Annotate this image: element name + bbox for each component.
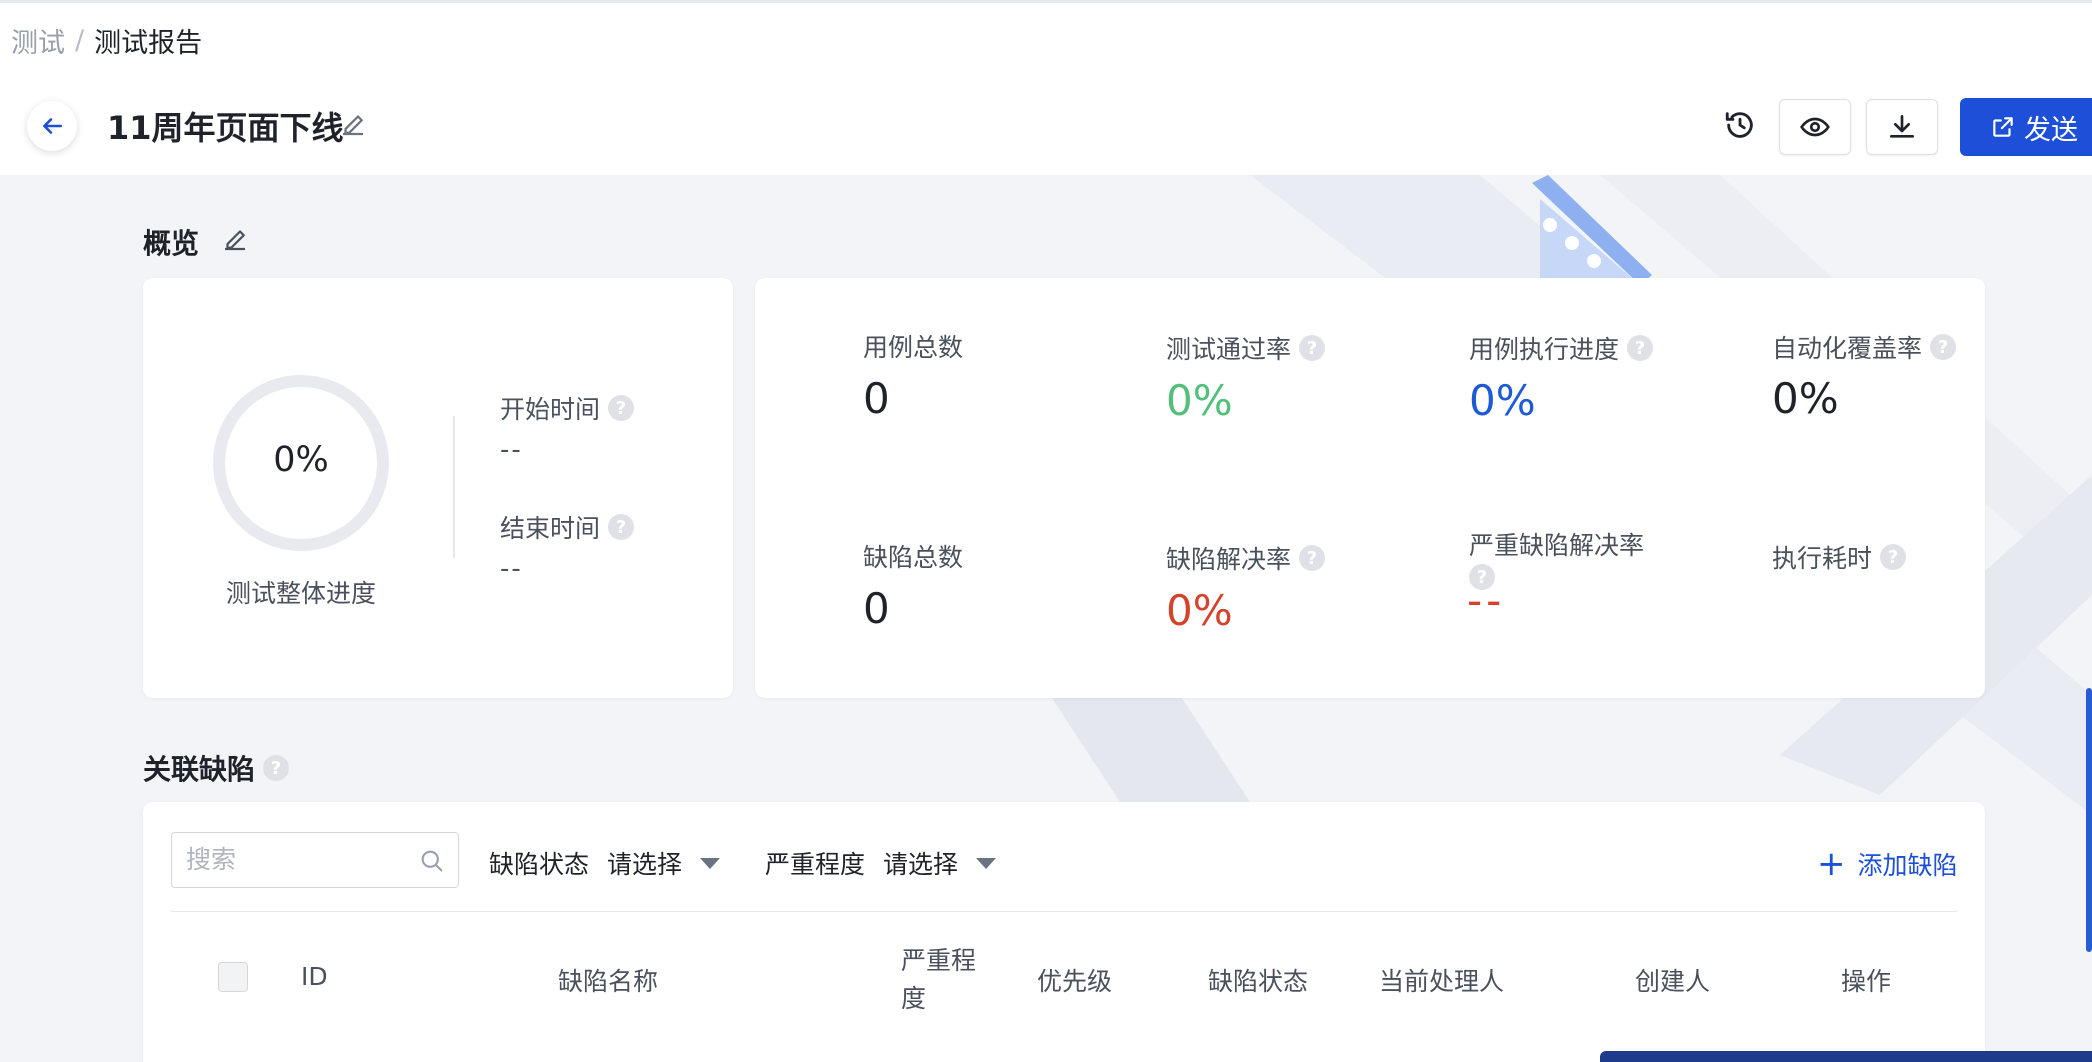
breadcrumb-current: 测试报告 [94, 28, 203, 59]
severity-filter-label: 严重程度 [765, 850, 866, 879]
select-all-checkbox[interactable] [218, 962, 248, 992]
exec-duration-label-text: 执行耗时 [1772, 544, 1873, 573]
help-circle-icon[interactable]: ? [263, 755, 290, 781]
total-defects-label: 缺陷总数 [863, 538, 963, 574]
history-icon [1725, 112, 1753, 138]
total-defects-value: 0 [863, 584, 890, 633]
page-title: 11周年页面下线 [107, 109, 344, 147]
help-circle-icon[interactable]: ? [1880, 544, 1907, 570]
add-defect-button[interactable]: + 添加缺陷 [1817, 846, 1958, 882]
progress-caption: 测试整体进度 [225, 579, 376, 608]
linked-defects-title-text: 关联缺陷 [143, 753, 256, 786]
breadcrumb-separator: / [75, 25, 85, 56]
progress-card: 0% 测试整体进度 开始时间 ? -- 结束时间 ? -- [143, 278, 733, 698]
edit-title-button[interactable] [338, 109, 370, 141]
external-link-icon [1993, 117, 2013, 137]
progress-percent: 0% [273, 440, 329, 480]
exec-duration-label: 执行耗时 ? [1772, 539, 1907, 575]
help-circle-icon[interactable]: ? [608, 514, 635, 540]
auto-coverage-value: 0% [1772, 374, 1839, 423]
breadcrumb: 测试 / 测试报告 [11, 21, 202, 60]
vertical-divider [453, 416, 455, 558]
overview-title: 概览 [143, 227, 200, 260]
eye-icon [1800, 117, 1830, 137]
resolve-rate-label: 缺陷解决率 ? [1166, 540, 1326, 576]
auto-coverage-label-text: 自动化覆盖率 [1772, 334, 1923, 363]
exec-progress-label: 用例执行进度 ? [1469, 330, 1654, 366]
pass-rate-value: 0% [1166, 376, 1233, 425]
search-input[interactable] [172, 833, 402, 887]
pass-rate-label-text: 测试通过率 [1166, 335, 1292, 364]
edit-overview-button[interactable] [220, 224, 252, 256]
help-circle-icon[interactable]: ? [1299, 335, 1326, 361]
back-arrow-icon [43, 118, 62, 134]
column-header-name[interactable]: 缺陷名称 [558, 962, 658, 998]
column-header-actions: 操作 [1841, 967, 1892, 996]
start-time-label-text: 开始时间 [500, 395, 601, 424]
exec-progress-value: 0% [1469, 376, 1536, 425]
scrollbar-thumb[interactable] [2086, 688, 2092, 952]
column-header-assignee[interactable]: 当前处理人 [1379, 962, 1504, 998]
send-label: 发送 [2024, 114, 2078, 146]
send-button[interactable]: 发送 [1960, 98, 2092, 156]
resolve-rate-label-text: 缺陷解决率 [1166, 545, 1292, 574]
defect-status-filter-label: 缺陷状态 [489, 850, 590, 879]
defects-table-card: 缺陷状态 请选择 严重程度 请选择 + 添加缺陷 ID 缺陷名称 严重程度 优先… [143, 802, 1985, 1062]
total-cases-label: 用例总数 [863, 328, 963, 364]
download-icon [1890, 115, 1914, 138]
start-time-label: 开始时间 ? [500, 390, 635, 426]
pass-rate-label: 测试通过率 ? [1166, 330, 1326, 366]
plus-icon: + [1817, 844, 1846, 884]
help-circle-icon[interactable]: ? [1299, 545, 1326, 571]
add-defect-label: 添加缺陷 [1857, 851, 1958, 880]
severity-filter-value: 请选择 [883, 850, 959, 879]
severity-filter[interactable]: 严重程度 请选择 [765, 845, 997, 881]
column-header-priority[interactable]: 优先级 [1037, 962, 1112, 998]
column-header-status[interactable]: 缺陷状态 [1208, 962, 1308, 998]
linked-defects-title: 关联缺陷 ? [143, 748, 290, 788]
total-cases-label-text: 用例总数 [863, 333, 964, 362]
edit-pencil-icon [343, 115, 363, 136]
end-time-value: -- [500, 554, 523, 584]
breadcrumb-root[interactable]: 测试 [11, 21, 65, 60]
column-header-id[interactable]: ID [301, 962, 328, 991]
bottom-panel-edge [1600, 1051, 2092, 1062]
column-header-severity[interactable]: 严重程度 [901, 942, 981, 1018]
exec-progress-label-text: 用例执行进度 [1469, 335, 1620, 364]
column-header-creator[interactable]: 创建人 [1635, 962, 1710, 998]
end-time-label-text: 结束时间 [500, 514, 601, 543]
help-circle-icon[interactable]: ? [608, 395, 635, 421]
stats-card: 用例总数 0 测试通过率 ? 0% 用例执行进度 ? 0% 自动化覆盖率 ? 0… [755, 278, 1985, 698]
edit-pencil-icon [225, 230, 245, 251]
history-button[interactable] [1720, 105, 1760, 145]
search-box [171, 832, 459, 888]
preview-button[interactable] [1779, 99, 1851, 155]
start-time-value: -- [500, 435, 523, 465]
table-header-divider [171, 911, 1957, 912]
caret-down-icon [976, 857, 997, 869]
download-button[interactable] [1866, 99, 1938, 155]
back-button[interactable] [27, 101, 77, 151]
defect-status-filter-value: 请选择 [607, 850, 683, 879]
auto-coverage-label: 自动化覆盖率 ? [1772, 329, 1957, 365]
total-defects-label-text: 缺陷总数 [863, 543, 964, 572]
help-circle-icon[interactable]: ? [1930, 334, 1957, 360]
search-icon[interactable] [418, 847, 446, 875]
help-circle-icon[interactable]: ? [1627, 335, 1654, 361]
resolve-rate-value: 0% [1166, 586, 1233, 635]
total-cases-value: 0 [863, 374, 890, 423]
severe-resolve-rate-value: -- [1467, 576, 1506, 625]
page-header: 测试 / 测试报告 11周年页面下线 发送 [0, 3, 2092, 175]
end-time-label: 结束时间 ? [500, 509, 635, 545]
severe-resolve-rate-label-text: 严重缺陷解决率 [1469, 531, 1645, 560]
caret-down-icon [700, 857, 721, 869]
defect-status-filter[interactable]: 缺陷状态 请选择 [489, 845, 721, 881]
